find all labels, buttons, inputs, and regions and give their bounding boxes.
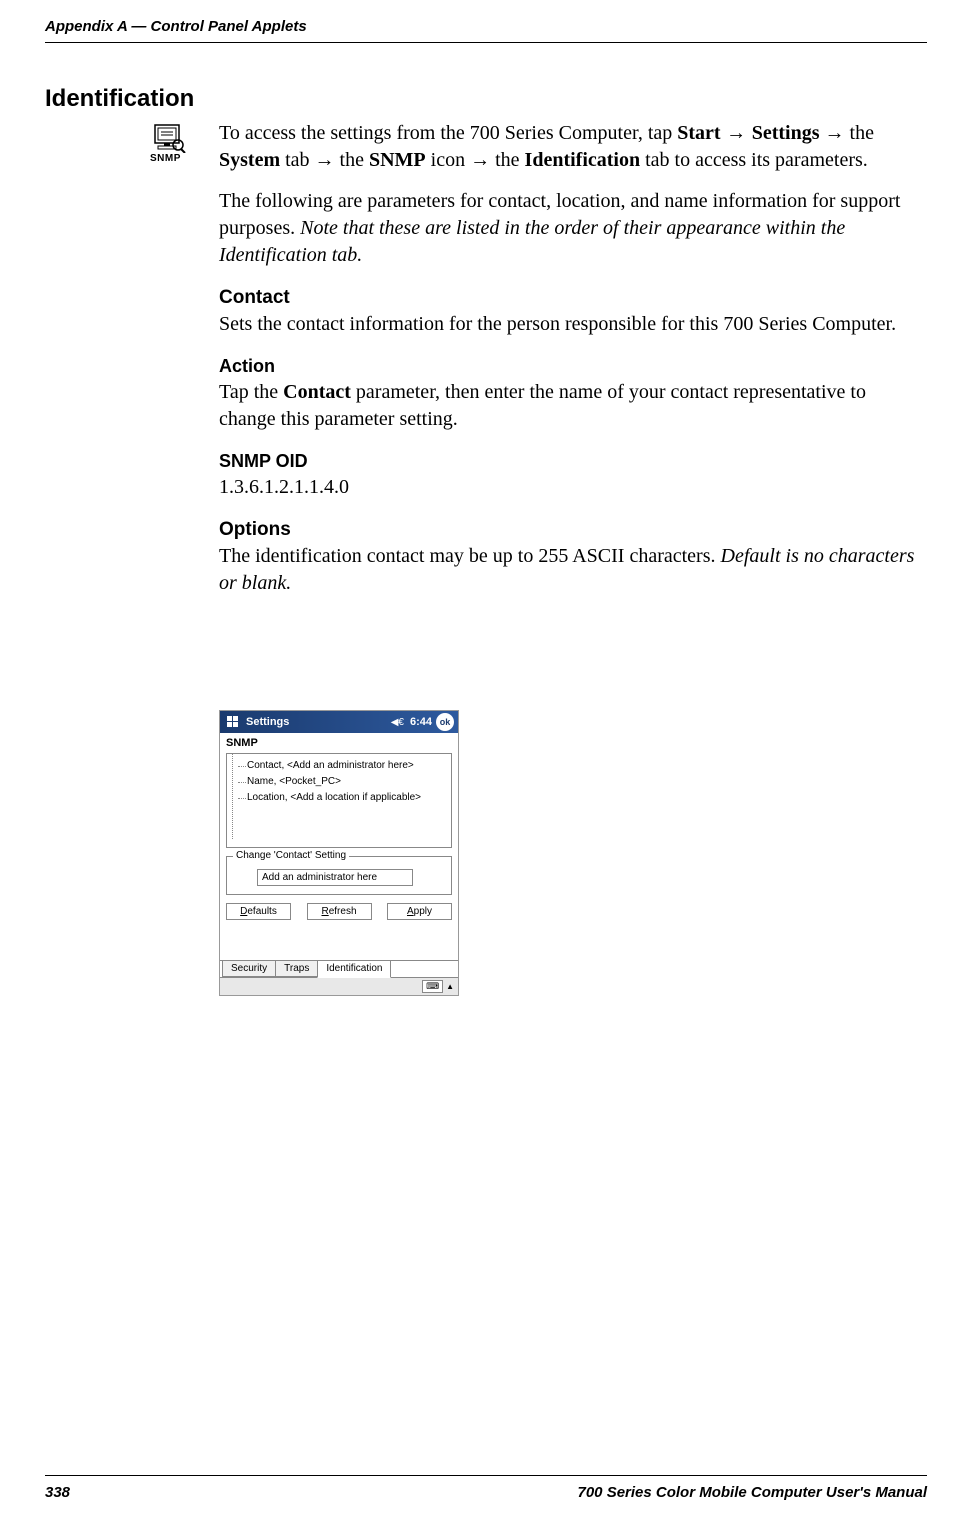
change-setting-fieldset: Change 'Contact' Setting xyxy=(226,856,452,895)
header-rule xyxy=(45,42,927,43)
snmp-icon-label: SNMP xyxy=(150,153,186,164)
tree-item-name[interactable]: Name, <Pocket_PC> xyxy=(233,774,445,790)
contact-heading: Contact xyxy=(219,287,927,309)
options-body: The identification contact may be up to … xyxy=(219,543,927,597)
ok-button[interactable]: ok xyxy=(436,713,454,731)
page-number: 338 xyxy=(45,1484,70,1501)
defaults-button[interactable]: Defaults xyxy=(226,903,291,920)
speaker-icon[interactable]: ◀€ xyxy=(391,717,404,728)
apply-button[interactable]: Apply xyxy=(387,903,452,920)
action-heading: Action xyxy=(219,356,927,377)
tree-item-location[interactable]: Location, <Add a location if applicable> xyxy=(233,790,445,806)
contact-body: Sets the contact information for the per… xyxy=(219,311,927,338)
tab-traps[interactable]: Traps xyxy=(275,961,318,977)
menu-up-icon[interactable]: ▲ xyxy=(446,982,454,991)
section-heading: Identification xyxy=(45,85,194,113)
pda-window-title: Settings xyxy=(246,716,391,728)
snmp-applet-icon: SNMP xyxy=(150,123,186,165)
snmp-oid-heading: SNMP OID xyxy=(219,451,927,472)
pda-titlebar: Settings ◀€ 6:44 ok xyxy=(220,711,458,733)
pda-app-title: SNMP xyxy=(226,737,452,749)
action-body: Tap the Contact parameter, then enter th… xyxy=(219,379,927,433)
pda-clock: 6:44 xyxy=(410,716,432,728)
manual-title: 700 Series Color Mobile Computer User's … xyxy=(578,1484,928,1501)
tree-item-contact[interactable]: Contact, <Add an administrator here> xyxy=(233,758,445,774)
tab-identification[interactable]: Identification xyxy=(317,961,391,978)
keyboard-icon[interactable]: ⌨ xyxy=(422,980,443,993)
tab-security[interactable]: Security xyxy=(222,961,276,977)
options-heading: Options xyxy=(219,519,927,541)
snmp-oid-value: 1.3.6.1.2.1.1.4.0 xyxy=(219,474,927,501)
footer-rule xyxy=(45,1475,927,1476)
refresh-button[interactable]: Refresh xyxy=(307,903,372,920)
header-breadcrumb: Appendix A — Control Panel Applets xyxy=(45,18,307,35)
start-flag-icon[interactable] xyxy=(224,713,242,731)
fieldset-legend: Change 'Contact' Setting xyxy=(233,850,349,861)
settings-tree[interactable]: Contact, <Add an administrator here> Nam… xyxy=(226,753,452,848)
intro-paragraph-2: The following are parameters for contact… xyxy=(219,188,927,269)
pda-screenshot: Settings ◀€ 6:44 ok SNMP Contact, <Add a… xyxy=(219,710,459,996)
contact-input[interactable] xyxy=(257,869,413,886)
pda-bottom-bar: ⌨ ▲ xyxy=(220,977,458,995)
intro-paragraph-1: To access the settings from the 700 Seri… xyxy=(219,120,927,174)
